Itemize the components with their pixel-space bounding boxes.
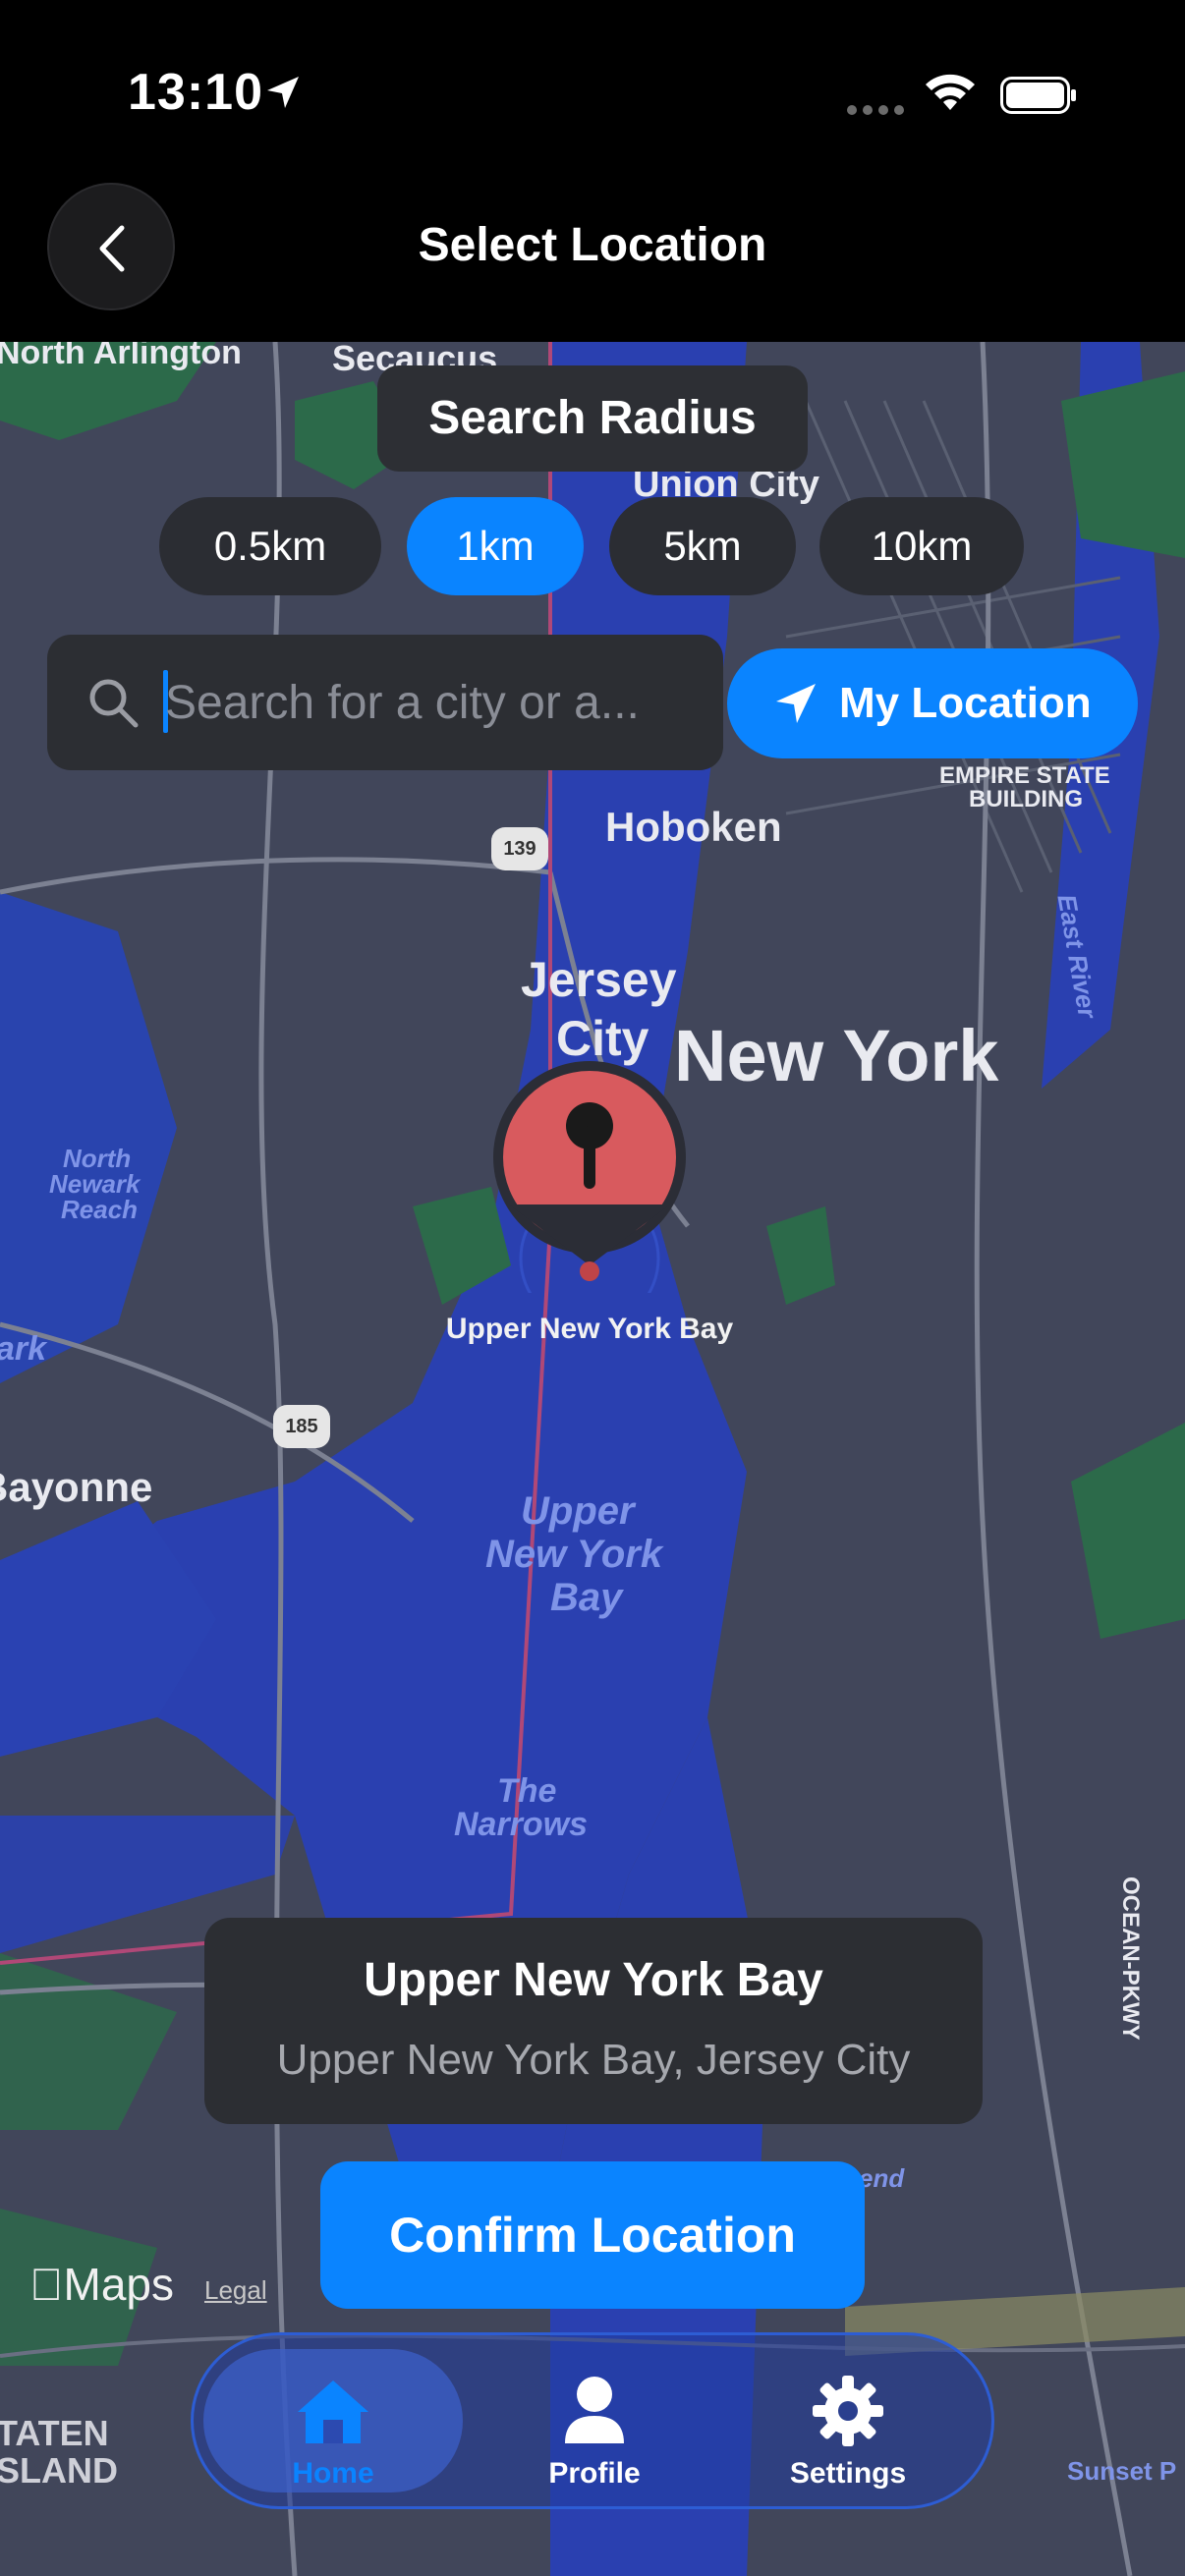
search-bar[interactable] (47, 635, 723, 770)
location-arrow-icon (776, 684, 816, 723)
map-label-empire-state-line-2: BUILDING (969, 786, 1083, 812)
search-icon (89, 679, 139, 728)
selected-location-title: Upper New York Bay (364, 1954, 823, 2006)
status-bar: 13:10 (0, 0, 1185, 177)
radius-option-0-5km[interactable]: 0.5km (159, 497, 381, 595)
wifi-icon (926, 74, 975, 110)
apple-maps-logo: Maps (29, 2258, 174, 2311)
map-label-hoboken: Hoboken (605, 804, 782, 850)
tab-settings-label: Settings (789, 2457, 907, 2490)
person-icon (565, 2377, 624, 2443)
radius-option-10km[interactable]: 10km (819, 497, 1024, 595)
location-services-icon (267, 77, 299, 108)
maps-logo-text: Maps (29, 2259, 174, 2310)
apple-logo-icon:  (29, 2259, 64, 2310)
map-label-upper-bay-2: New York (485, 1533, 663, 1576)
radius-option-1km[interactable]: 1km (407, 497, 584, 595)
tab-bar: Home Profile Settings (191, 2332, 994, 2509)
map-label-narrows-2: Narrows (454, 1806, 589, 1843)
selected-location-card: Upper New York Bay Upper New York Bay, J… (204, 1918, 983, 2124)
map-pin-icon[interactable] (489, 1057, 690, 1293)
my-location-button[interactable]: My Location (727, 648, 1138, 758)
route-shield-139: 139 (491, 827, 548, 870)
map-label-ark: ark (0, 1330, 47, 1368)
route-shield-185: 185 (273, 1405, 330, 1448)
radius-option-5km[interactable]: 5km (609, 497, 796, 595)
map-label-new-york: New York (674, 1015, 999, 1096)
map-label-upper-bay-1: Upper (521, 1489, 635, 1533)
map-label-north-arlington: North Arlington (0, 342, 242, 371)
tab-profile[interactable]: Profile (465, 2335, 724, 2506)
battery-icon (1000, 77, 1076, 114)
map-label-staten-island-1: TATEN (0, 2413, 109, 2453)
status-time: 13:10 (128, 64, 263, 121)
map-label-ocean-pkwy: OCEAN-PKWY (1117, 1876, 1144, 2041)
map-label-bayonne: Bayonne (0, 1464, 153, 1510)
map-label-upper-bay-3: Bay (550, 1576, 623, 1619)
cellular-signal-icon (847, 102, 910, 120)
map-pin-label: Upper New York Bay (445, 1313, 734, 1345)
my-location-label: My Location (839, 679, 1092, 727)
map-label-sunset-park: Sunset P (1067, 2456, 1177, 2486)
tab-settings[interactable]: Settings (718, 2335, 978, 2506)
selected-location-subtitle: Upper New York Bay, Jersey City (276, 2036, 911, 2084)
page-title: Select Location (418, 219, 767, 271)
tab-profile-label: Profile (548, 2457, 641, 2490)
legal-link[interactable]: Legal (204, 2275, 267, 2306)
search-input[interactable] (165, 668, 715, 737)
map-label-north-newark-reach-3: Reach (61, 1195, 139, 1224)
map-label-jersey-city-line-1: Jersey (521, 952, 677, 1007)
confirm-location-button[interactable]: Confirm Location (320, 2161, 865, 2309)
house-icon (298, 2380, 368, 2443)
search-radius-title: Search Radius (377, 365, 808, 472)
gear-icon (813, 2376, 883, 2446)
tab-home-label: Home (292, 2457, 374, 2490)
tab-home[interactable]: Home (203, 2349, 463, 2492)
map-label-staten-island-2: SLAND (0, 2450, 118, 2491)
map-label-end: end (859, 2163, 905, 2193)
